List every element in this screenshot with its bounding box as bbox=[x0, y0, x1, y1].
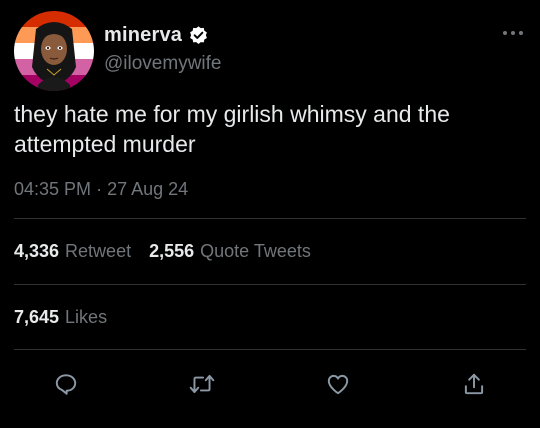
retweets-count[interactable]: 4,336 bbox=[14, 241, 59, 262]
avatar-image bbox=[14, 11, 94, 91]
tweet-detail: minerva @ilovemywife they hate me for my… bbox=[0, 0, 540, 428]
tweet-timestamp[interactable]: 04:35 PM · 27 Aug 24 bbox=[14, 179, 188, 200]
display-name-row: minerva bbox=[104, 23, 221, 47]
action-bar bbox=[0, 366, 540, 402]
engagement-stats: 4,336 Retweet 2,556 Quote Tweets bbox=[14, 241, 311, 262]
tweet-time: 04:35 PM bbox=[14, 179, 92, 199]
display-name[interactable]: minerva bbox=[104, 24, 182, 47]
tweet-text: they hate me for my girlish whimsy and t… bbox=[14, 101, 450, 157]
likes-label[interactable]: Likes bbox=[65, 307, 107, 328]
more-horizontal-icon[interactable] bbox=[502, 25, 524, 35]
verified-badge-icon bbox=[188, 25, 209, 46]
share-icon[interactable] bbox=[456, 366, 492, 402]
timestamp-separator: · bbox=[96, 179, 103, 199]
divider bbox=[14, 349, 526, 350]
avatar[interactable] bbox=[14, 11, 94, 91]
likes-count[interactable]: 7,645 bbox=[14, 307, 59, 328]
divider bbox=[14, 284, 526, 285]
user-names: minerva @ilovemywife bbox=[104, 23, 221, 75]
likes-stat: 7,645 Likes bbox=[14, 307, 107, 328]
quotes-count[interactable]: 2,556 bbox=[149, 241, 194, 262]
retweet-icon[interactable] bbox=[184, 366, 220, 402]
tweet-header: minerva @ilovemywife bbox=[14, 11, 526, 91]
like-icon[interactable] bbox=[320, 366, 356, 402]
user-handle[interactable]: @ilovemywife bbox=[104, 53, 221, 75]
tweet-date: 27 Aug 24 bbox=[107, 179, 189, 199]
retweets-label[interactable]: Retweet bbox=[65, 241, 131, 262]
reply-icon[interactable] bbox=[48, 366, 84, 402]
quotes-label[interactable]: Quote Tweets bbox=[200, 241, 311, 262]
divider bbox=[14, 218, 526, 219]
